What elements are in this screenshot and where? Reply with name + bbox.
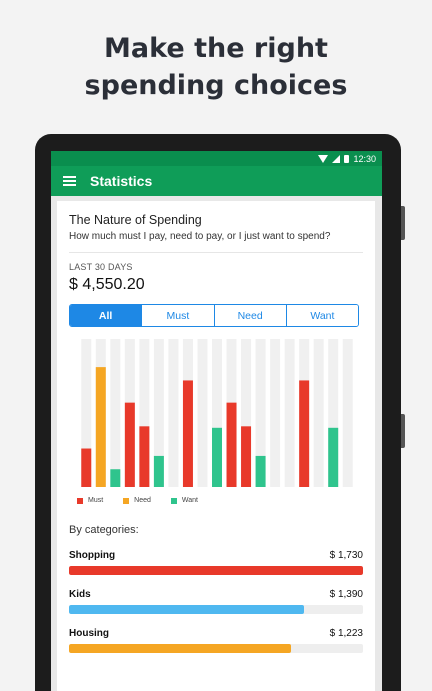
category-bar-fill bbox=[69, 644, 291, 653]
chart-column-track bbox=[313, 339, 324, 487]
status-time: 12:30 bbox=[353, 153, 376, 164]
status-bar: 12:30 bbox=[51, 151, 382, 166]
headline: Make the right spending choices bbox=[0, 30, 432, 104]
tablet-side-button-2 bbox=[401, 414, 405, 448]
category-housing[interactable]: Housing $ 1,223 bbox=[69, 628, 363, 653]
card-title: The Nature of Spending bbox=[69, 213, 202, 227]
chart-column-track bbox=[284, 339, 295, 487]
category-kids[interactable]: Kids $ 1,390 bbox=[69, 589, 363, 614]
battery-icon bbox=[344, 154, 350, 163]
category-name: Kids bbox=[69, 589, 91, 600]
segment-all[interactable]: All bbox=[70, 305, 142, 326]
chart-legend: Must Need Want bbox=[69, 497, 363, 504]
category-name: Shopping bbox=[69, 550, 116, 561]
category-amount: $ 1,390 bbox=[329, 589, 363, 600]
period-label: LAST 30 DAYS bbox=[69, 262, 133, 272]
chart-bar-want[interactable] bbox=[110, 469, 121, 487]
category-amount: $ 1,223 bbox=[329, 628, 363, 639]
chart-bar-want[interactable] bbox=[328, 427, 339, 487]
legend-swatch-need bbox=[123, 497, 130, 504]
chart-bar-must[interactable] bbox=[241, 426, 252, 487]
legend-item-need: Need bbox=[123, 497, 151, 504]
headline-line-2: spending choices bbox=[84, 70, 348, 101]
chart-bar-must[interactable] bbox=[299, 380, 310, 487]
chart-column-track bbox=[110, 339, 121, 487]
app-bar: Statistics bbox=[51, 166, 382, 196]
category-bar-fill bbox=[69, 605, 305, 614]
wifi-icon bbox=[318, 154, 329, 163]
menu-icon[interactable] bbox=[63, 176, 76, 186]
category-bar-track bbox=[69, 605, 363, 614]
category-amount: $ 1,730 bbox=[329, 550, 363, 561]
segment-want[interactable]: Want bbox=[285, 305, 358, 326]
legend-label-want: Want bbox=[181, 497, 198, 504]
headline-line-1: Make the right bbox=[104, 33, 328, 64]
chart-bar-want[interactable] bbox=[255, 455, 266, 487]
category-bar-track bbox=[69, 566, 363, 575]
total-amount: $ 4,550.20 bbox=[69, 276, 145, 293]
categories-title: By categories: bbox=[69, 524, 139, 536]
chart-column-track bbox=[168, 339, 179, 487]
tablet-side-button bbox=[401, 206, 405, 240]
tablet-frame: 12:30 Statistics The Nature of Spending … bbox=[35, 134, 405, 691]
app-bar-title: Statistics bbox=[90, 173, 153, 189]
legend-swatch-must bbox=[77, 497, 83, 504]
tablet-screen: 12:30 Statistics The Nature of Spending … bbox=[51, 151, 382, 691]
category-bar-fill bbox=[69, 566, 363, 575]
category-shopping[interactable]: Shopping $ 1,730 bbox=[69, 550, 363, 575]
chart-column-track bbox=[197, 339, 208, 487]
segment-need[interactable]: Need bbox=[213, 305, 286, 326]
chart-bar-need[interactable] bbox=[95, 367, 106, 487]
spending-card: The Nature of Spending How much must I p… bbox=[57, 201, 375, 691]
spending-chart bbox=[69, 337, 359, 497]
chart-column-track bbox=[270, 339, 281, 487]
legend-item-want: Want bbox=[170, 497, 198, 504]
chart-bar-must[interactable] bbox=[182, 380, 193, 487]
card-subtitle: How much must I pay, need to pay, or I j… bbox=[69, 231, 331, 242]
divider bbox=[69, 252, 363, 253]
chart-bar-must[interactable] bbox=[124, 402, 135, 487]
chart-bar-want[interactable] bbox=[153, 455, 164, 487]
legend-item-must: Must bbox=[77, 497, 103, 504]
spending-chart-svg bbox=[81, 339, 353, 487]
legend-label-must: Must bbox=[88, 497, 104, 504]
category-name: Housing bbox=[69, 628, 109, 639]
segment-must[interactable]: Must bbox=[141, 305, 214, 326]
legend-swatch-want bbox=[170, 497, 177, 504]
chart-bar-want[interactable] bbox=[212, 427, 222, 487]
category-bar-track bbox=[69, 644, 363, 653]
signal-icon bbox=[332, 154, 341, 163]
chart-column-track bbox=[342, 339, 353, 487]
chart-bar-must[interactable] bbox=[139, 426, 150, 487]
segment-control: All Must Need Want bbox=[69, 304, 359, 327]
chart-bar-must[interactable] bbox=[81, 448, 92, 487]
chart-bar-must[interactable] bbox=[226, 402, 237, 487]
legend-label-need: Need bbox=[134, 497, 151, 504]
